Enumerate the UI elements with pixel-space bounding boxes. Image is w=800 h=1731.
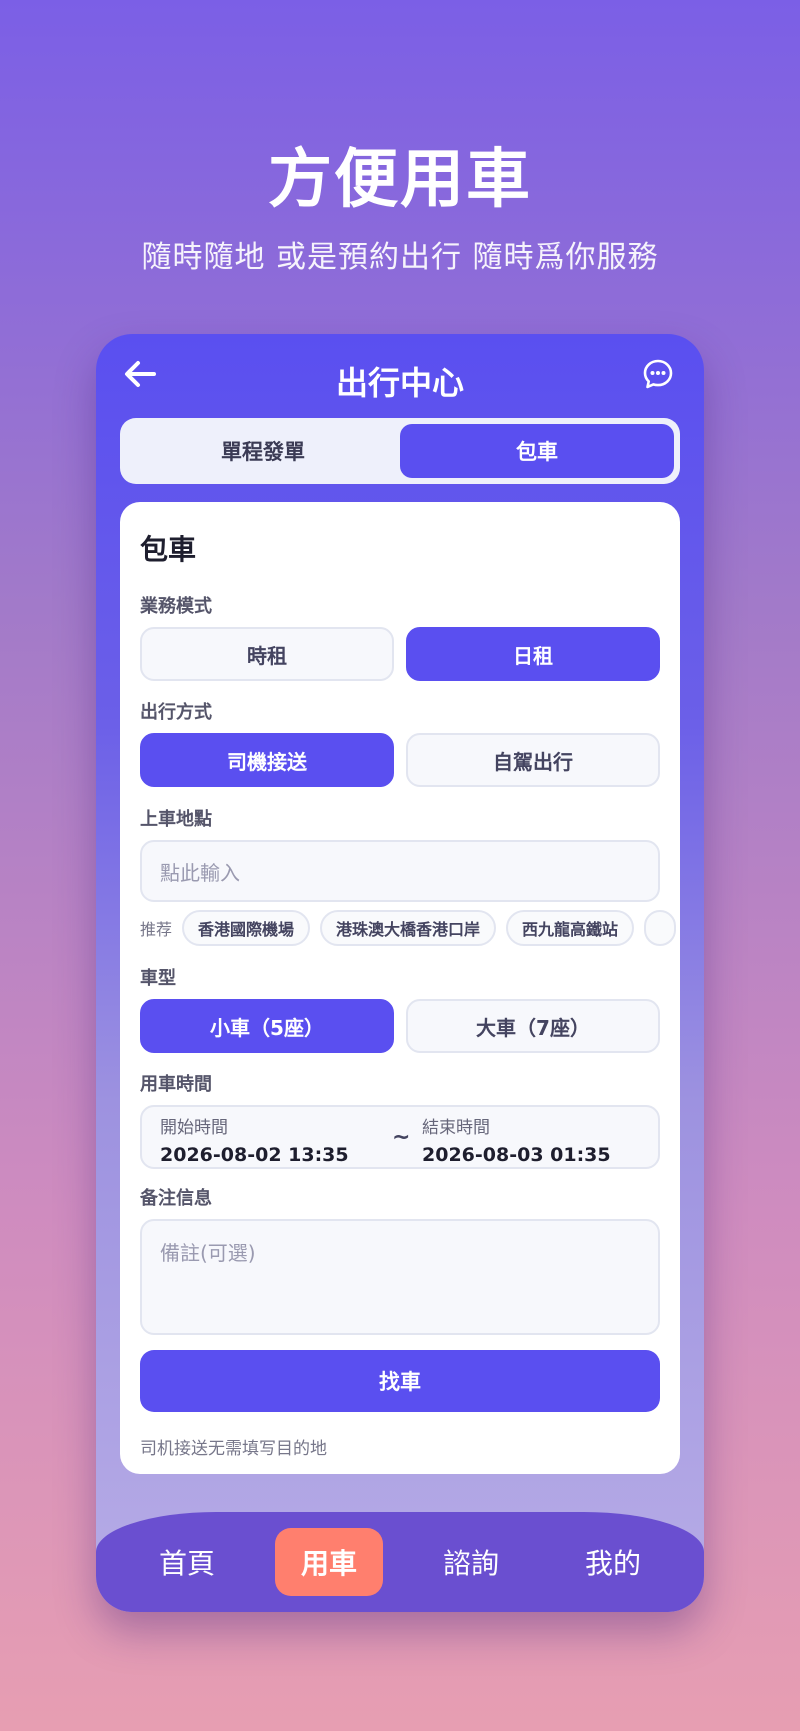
form-hint: 司机接送无需填写目的地 (140, 1439, 327, 1459)
chat-bubble-icon[interactable] (642, 358, 674, 390)
end-time[interactable]: 結束時間 2026-08-03 01:35 (422, 1113, 611, 1166)
suggestion-chip-partial[interactable] (644, 910, 677, 946)
notes-label: 备注信息 (140, 1188, 212, 1209)
notes-textarea[interactable]: 備註(可選) (140, 1219, 660, 1335)
travel-mode-label: 出行方式 (140, 702, 212, 723)
page-title: 出行中心 (335, 364, 464, 402)
charter-form-card: 包車 業務模式 時租 日租 出行方式 司機接送 自駕出行 上車地點 點此輸入 推… (120, 502, 680, 1474)
time-label: 用車時間 (140, 1074, 212, 1095)
find-car-button[interactable]: 找車 (140, 1350, 660, 1412)
tab-home[interactable]: 首頁 (133, 1528, 241, 1596)
vehicle-options: 小車（5座） 大車（7座） (140, 999, 660, 1053)
time-separator: ~ (392, 1125, 411, 1150)
suggestion-chip[interactable]: 西九龍高鐵站 (506, 910, 635, 946)
pickup-label: 上車地點 (140, 809, 212, 830)
hourly-rental-button[interactable]: 時租 (140, 627, 394, 681)
start-time-value: 2026-08-02 13:35 (160, 1144, 349, 1166)
tab-consult[interactable]: 諮詢 (417, 1528, 525, 1596)
vehicle-label: 車型 (140, 968, 176, 989)
large-car-button[interactable]: 大車（7座） (406, 999, 660, 1053)
tab-single-trip[interactable]: 單程發單 (126, 424, 400, 478)
daily-rental-button[interactable]: 日租 (406, 627, 660, 681)
business-mode-label: 業務模式 (140, 596, 212, 617)
time-range-picker[interactable]: 開始時間 2026-08-02 13:35 ~ 結束時間 2026-08-03 … (140, 1105, 660, 1169)
pickup-input[interactable]: 點此輸入 (140, 840, 660, 902)
business-mode-options: 時租 日租 (140, 627, 660, 681)
tab-car[interactable]: 用車 (275, 1528, 383, 1596)
self-drive-button[interactable]: 自駕出行 (406, 733, 660, 787)
bottom-tab-bar: 首頁 用車 諮詢 我的 (96, 1512, 704, 1612)
hero-title: 方便用車 (268, 143, 532, 217)
start-time[interactable]: 開始時間 2026-08-02 13:35 (160, 1113, 349, 1166)
hero-subtitle: 隨時隨地 或是預約出行 隨時爲你服務 (141, 240, 659, 275)
form-title: 包車 (140, 533, 197, 566)
end-time-value: 2026-08-03 01:35 (422, 1144, 611, 1166)
suggestion-chip[interactable]: 港珠澳大橋香港口岸 (320, 910, 497, 946)
suggestion-chip[interactable]: 香港國際機場 (182, 910, 311, 946)
driver-service-button[interactable]: 司機接送 (140, 733, 394, 787)
tab-charter[interactable]: 包車 (400, 424, 674, 478)
start-time-caption: 開始時間 (160, 1118, 228, 1138)
tab-mine[interactable]: 我的 (559, 1528, 667, 1596)
pickup-suggestions: 推荐 香港國際機場 港珠澳大橋香港口岸 西九龍高鐵站 (140, 910, 680, 946)
phone-frame: 出行中心 單程發單 包車 包車 業務模式 時租 日租 出行方式 司機接送 自駕出… (96, 334, 704, 1612)
recommend-label: 推荐 (140, 920, 173, 939)
end-time-caption: 結束時間 (422, 1118, 490, 1138)
order-type-segment: 單程發單 包車 (120, 418, 680, 484)
top-bar: 出行中心 (96, 334, 704, 418)
travel-mode-options: 司機接送 自駕出行 (140, 733, 660, 787)
small-car-button[interactable]: 小車（5座） (140, 999, 394, 1053)
